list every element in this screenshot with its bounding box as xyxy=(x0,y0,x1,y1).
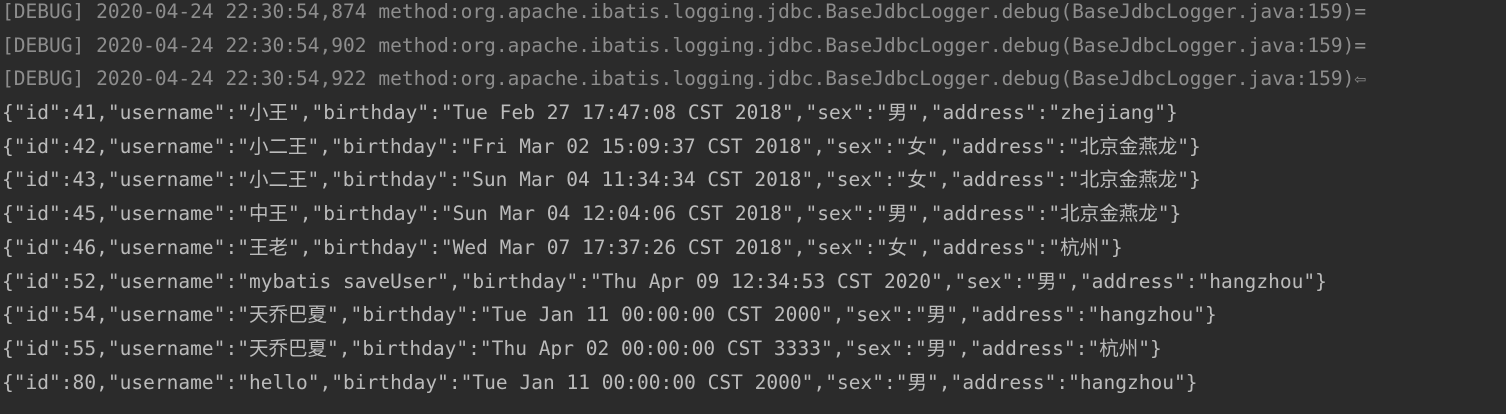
json-output-line: {"id":46,"username":"王老","birthday":"Wed… xyxy=(2,235,1123,259)
debug-log-line: [DEBUG] 2020-04-24 22:30:54,874 method:o… xyxy=(0,0,1506,34)
json-output-line: {"id":45,"username":"中王","birthday":"Sun… xyxy=(2,202,1182,226)
json-output-line: {"id":41,"username":"小王","birthday":"Tue… xyxy=(2,101,1178,125)
json-output-line: {"id":80,"username":"hello","birthday":"… xyxy=(2,370,1198,394)
debug-log-line: [DEBUG] 2020-04-24 22:30:54,902 method:o… xyxy=(0,34,1506,68)
line-continuation-icon: ⇦ xyxy=(1354,67,1367,91)
console-output-panel[interactable]: [DEBUG] 2020-04-24 22:30:54,874 method:o… xyxy=(0,0,1506,414)
json-output-line: {"id":42,"username":"小二王","birthday":"Fr… xyxy=(2,134,1201,158)
debug-log-list: [DEBUG] 2020-04-24 22:30:54,874 method:o… xyxy=(0,0,1506,101)
json-output-line: {"id":52,"username":"mybatis saveUser","… xyxy=(2,269,1327,293)
json-output-list: {"id":41,"username":"小王","birthday":"Tue… xyxy=(0,101,1506,404)
debug-log-line: [DEBUG] 2020-04-24 22:30:54,922 method:o… xyxy=(0,67,1506,101)
json-output-line: {"id":54,"username":"天乔巴夏","birthday":"T… xyxy=(2,303,1217,327)
debug-log-text: [DEBUG] 2020-04-24 22:30:54,874 method:o… xyxy=(2,0,1367,23)
debug-log-text: [DEBUG] 2020-04-24 22:30:54,902 method:o… xyxy=(2,33,1367,57)
debug-log-text: [DEBUG] 2020-04-24 22:30:54,922 method:o… xyxy=(2,67,1355,91)
json-output-line: {"id":55,"username":"天乔巴夏","birthday":"T… xyxy=(2,336,1162,360)
json-output-line: {"id":43,"username":"小二王","birthday":"Su… xyxy=(2,168,1201,192)
